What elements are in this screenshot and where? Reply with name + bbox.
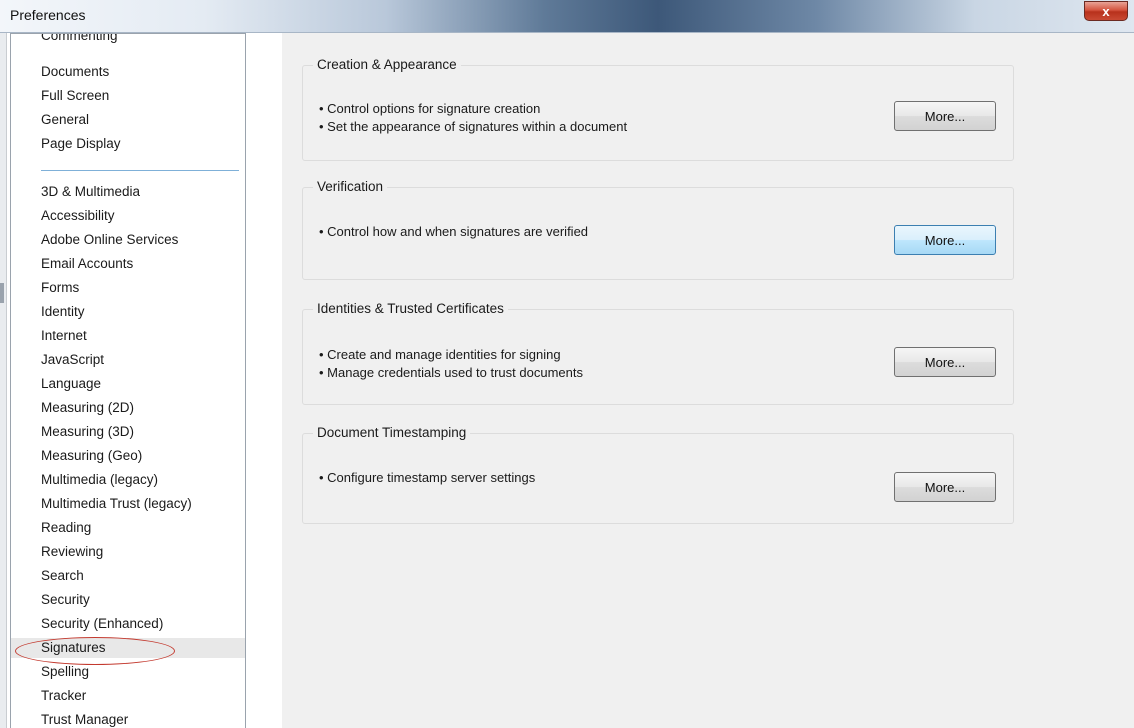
- bullet-signature-appearance: • Set the appearance of signatures withi…: [319, 119, 628, 134]
- category-spelling[interactable]: Spelling: [41, 662, 89, 682]
- category-adobe-online-services[interactable]: Adobe Online Services: [41, 230, 178, 250]
- category-tracker[interactable]: Tracker: [41, 686, 86, 706]
- category-security[interactable]: Security: [41, 590, 90, 610]
- category-measuring-geo[interactable]: Measuring (Geo): [41, 446, 142, 466]
- group-document-timestamping: Document Timestamping • Configure timest…: [302, 425, 1014, 524]
- category-general[interactable]: General: [41, 110, 89, 130]
- category-javascript[interactable]: JavaScript: [41, 350, 104, 370]
- category-email-accounts[interactable]: Email Accounts: [41, 254, 133, 274]
- signatures-highlight-circle: [15, 637, 175, 665]
- category-trust-manager[interactable]: Trust Manager: [41, 710, 128, 728]
- category-documents[interactable]: Documents: [41, 62, 109, 82]
- signatures-panel: Creation & Appearance • Control options …: [282, 33, 1134, 728]
- group-creation-appearance: Creation & Appearance • Control options …: [302, 57, 1014, 161]
- group-identities-certificates: Identities & Trusted Certificates • Crea…: [302, 301, 1014, 405]
- category-internet[interactable]: Internet: [41, 326, 87, 346]
- sidebar-margin: [246, 33, 283, 728]
- group-verification: Verification • Control how and when sign…: [302, 179, 1014, 280]
- group-title-identities-certificates: Identities & Trusted Certificates: [313, 301, 508, 316]
- creation-appearance-more-button[interactable]: More...: [894, 101, 996, 131]
- category-separator: [41, 170, 239, 171]
- group-title-verification: Verification: [313, 179, 388, 194]
- title-bar: Preferences x: [0, 0, 1134, 33]
- window-left-edge: [0, 33, 7, 728]
- category-3d-multimedia[interactable]: 3D & Multimedia: [41, 182, 140, 202]
- category-search[interactable]: Search: [41, 566, 84, 586]
- category-page-display[interactable]: Page Display: [41, 134, 121, 154]
- category-measuring-3d[interactable]: Measuring (3D): [41, 422, 134, 442]
- close-icon: x: [1102, 4, 1110, 19]
- resize-handle[interactable]: [0, 283, 4, 303]
- category-reading[interactable]: Reading: [41, 518, 91, 538]
- category-multimedia-legacy[interactable]: Multimedia (legacy): [41, 470, 158, 490]
- bullet-signature-creation: • Control options for signature creation: [319, 101, 541, 116]
- category-accessibility[interactable]: Accessibility: [41, 206, 115, 226]
- bullet-manage-identities: • Create and manage identities for signi…: [319, 347, 561, 362]
- categories-list[interactable]: Commenting Documents Full Screen General…: [10, 33, 246, 728]
- identities-more-button[interactable]: More...: [894, 347, 996, 377]
- category-reviewing[interactable]: Reviewing: [41, 542, 103, 562]
- verification-more-button[interactable]: More...: [894, 225, 996, 255]
- group-title-document-timestamping: Document Timestamping: [313, 425, 471, 440]
- bullet-manage-credentials: • Manage credentials used to trust docum…: [319, 365, 583, 380]
- category-forms[interactable]: Forms: [41, 278, 79, 298]
- close-button[interactable]: x: [1084, 1, 1128, 21]
- category-full-screen[interactable]: Full Screen: [41, 86, 109, 106]
- window-title: Preferences: [10, 7, 86, 23]
- timestamping-more-button[interactable]: More...: [894, 472, 996, 502]
- category-security-enhanced[interactable]: Security (Enhanced): [41, 614, 163, 634]
- bullet-timestamp-server: • Configure timestamp server settings: [319, 470, 536, 485]
- group-title-creation-appearance: Creation & Appearance: [313, 57, 461, 72]
- category-identity[interactable]: Identity: [41, 302, 85, 322]
- category-multimedia-trust-legacy[interactable]: Multimedia Trust (legacy): [41, 494, 192, 514]
- category-commenting[interactable]: Commenting: [41, 34, 118, 46]
- bullet-signature-verification: • Control how and when signatures are ve…: [319, 224, 589, 239]
- category-measuring-2d[interactable]: Measuring (2D): [41, 398, 134, 418]
- category-language[interactable]: Language: [41, 374, 101, 394]
